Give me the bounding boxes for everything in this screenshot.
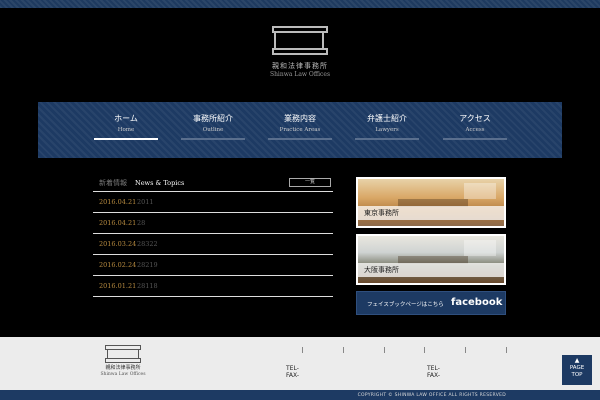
nav-label-en: Practice Areas [279,127,321,133]
nav-item-home[interactable]: ホーム Home [94,114,158,140]
footer-logo[interactable]: 親和法律事務所 Shinwa Law Offices [100,345,146,378]
footer-divider [343,347,344,353]
news-more-button[interactable]: 一覧 [289,178,331,187]
footer-divider [302,347,303,353]
news-title: 28 [137,219,146,227]
nav-label-en: Home [117,127,135,133]
office-photo-window [464,240,496,256]
page-top-label-2: TOP [571,372,583,378]
news-item[interactable]: 2016.04.21 28 [93,213,333,234]
tokyo-office-banner[interactable]: 東京事務所 [356,177,506,228]
bottom-bar: COPYRIGHT © SHINWA LAW OFFICE ALL RIGHTS… [0,390,600,400]
footer-divider [424,347,425,353]
site-logo[interactable]: 親和法律事務所 Shinwa Law Offices [240,26,360,88]
facebook-banner[interactable]: フェイスブックページはこちら facebook [356,291,506,315]
footer-divider [384,347,385,353]
nav-label-jp: アクセス [459,114,491,123]
news-section: 新着情報 News & Topics 一覧 2016.04.21 2011 20… [93,176,333,298]
footer-logo-mark-icon [104,345,142,363]
copyright-text: COPYRIGHT © SHINWA LAW OFFICE ALL RIGHTS… [357,393,506,398]
nav-label-jp: 弁護士紹介 [367,114,407,123]
news-item[interactable]: 2016.02.24 28219 [93,255,333,276]
news-date: 2016.04.21 [99,198,137,206]
footer-contact-1: TEL- FAX- [286,365,299,379]
logo-name-jp: 親和法律事務所 [272,62,328,70]
logo-name-en: Shinwa Law Offices [269,71,331,78]
news-title: 2011 [137,198,154,206]
news-title: 28118 [137,282,158,290]
page-top-label-1: PAGE [569,365,585,371]
nav-label-en: Access [465,127,485,133]
tokyo-office-label: 東京事務所 [364,209,399,217]
osaka-office-banner[interactable]: 大阪事務所 [356,234,506,285]
news-heading-jp: 新着情報 [99,179,127,187]
nav-underline [443,138,507,140]
news-date: 2016.04.21 [99,219,137,227]
nav-underline [268,138,332,140]
nav-label-en: Outline [202,127,224,133]
nav-item-practice-areas[interactable]: 業務内容 Practice Areas [268,114,332,140]
nav-label-jp: 業務内容 [284,114,316,123]
news-heading-en: News & Topics [135,179,185,187]
nav-label-en: Lawyers [375,127,399,133]
arrow-up-icon: ▲ [574,357,580,364]
nav-underline [94,138,158,140]
osaka-office-label: 大阪事務所 [364,266,399,274]
tel-text: TEL- [286,365,299,372]
news-date: 2016.03.24 [99,240,137,248]
nav-label-jp: 事務所紹介 [193,114,233,123]
top-decorative-strip [0,0,600,8]
footer: 親和法律事務所 Shinwa Law Offices TEL- FAX- TEL… [0,337,600,390]
nav-item-lawyers[interactable]: 弁護士紹介 Lawyers [355,114,419,140]
footer-divider [506,347,507,353]
facebook-banner-text: フェイスブックページはこちら [367,302,444,308]
footer-contact-2: TEL- FAX- [427,365,440,379]
office-photo-window [464,183,496,199]
footer-divider [465,347,466,353]
fax-text: FAX- [427,372,440,379]
news-header: 新着情報 News & Topics 一覧 [93,176,333,192]
nav-underline [355,138,419,140]
news-title: 28219 [137,261,158,269]
tel-text: TEL- [427,365,440,372]
main-nav: ホーム Home 事務所紹介 Outline 業務内容 Practice Are… [38,102,562,158]
nav-label-jp: ホーム [114,114,138,123]
nav-item-outline[interactable]: 事務所紹介 Outline [181,114,245,140]
nav-item-access[interactable]: アクセス Access [443,114,507,140]
news-date: 2016.02.24 [99,261,137,269]
news-item[interactable]: 2016.04.21 2011 [93,192,333,213]
news-item[interactable]: 2016.03.24 28322 [93,234,333,255]
logo-mark-icon [270,26,330,56]
fax-text: FAX- [286,372,299,379]
footer-name-jp: 親和法律事務所 [105,365,141,371]
facebook-logo: facebook [451,297,503,308]
footer-name-en: Shinwa Law Offices [100,372,146,377]
news-date: 2016.01.21 [99,282,137,290]
page-top-button[interactable]: ▲ PAGE TOP [562,355,592,385]
nav-underline [181,138,245,140]
news-item[interactable]: 2016.01.21 28118 [93,276,333,297]
news-title: 28322 [137,240,158,248]
